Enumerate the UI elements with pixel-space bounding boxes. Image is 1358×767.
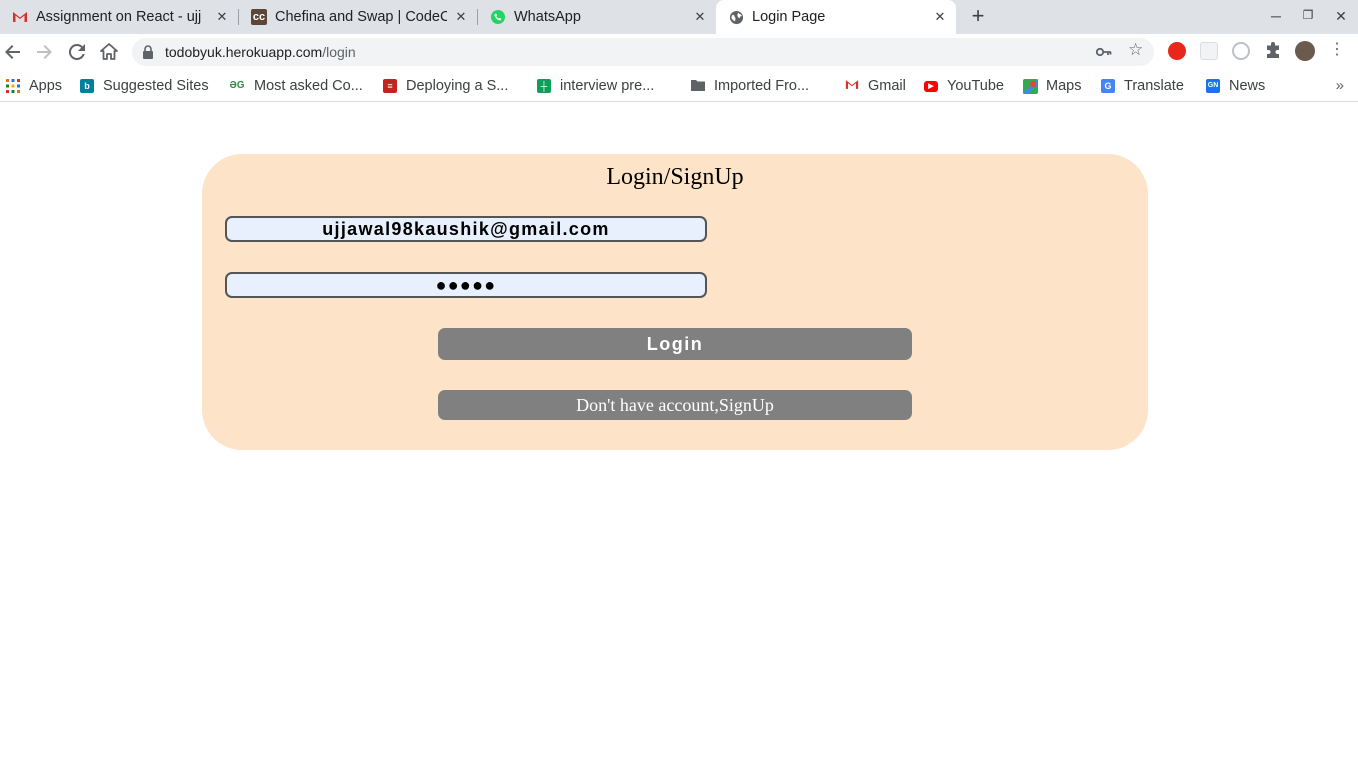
tab-gmail-assignment[interactable]: Assignment on React - ujj ✕	[0, 0, 238, 34]
extension-circle-icon[interactable]	[1232, 42, 1250, 60]
window-close-icon[interactable]: ✕	[1331, 8, 1351, 25]
restore-icon[interactable]: ❐	[1298, 8, 1318, 22]
bookmark-label: Deploying a S...	[406, 78, 509, 94]
translate-icon: G	[1101, 79, 1115, 93]
gmail-icon	[12, 9, 28, 25]
address-bar[interactable]: todobyuk.herokuapp.com/login ☆	[132, 38, 1154, 66]
lock-icon	[142, 45, 154, 59]
login-button[interactable]: Login	[438, 328, 912, 360]
url-host: todobyuk.herokuapp.com	[165, 44, 323, 60]
bookmark-label: Translate	[1124, 78, 1184, 94]
bookmark-most-asked[interactable]: ƏG Most asked Co...	[229, 76, 363, 96]
page-title: Login/SignUp	[606, 164, 744, 190]
bookmark-label: News	[1229, 78, 1266, 94]
bookmark-youtube[interactable]: ▶ YouTube	[924, 76, 1004, 96]
bookmark-red-icon: ≡	[383, 79, 397, 93]
back-arrow-icon[interactable]	[1, 40, 25, 64]
puzzle-extensions-icon[interactable]	[1264, 42, 1282, 60]
bookmark-gmail[interactable]: Gmail	[845, 76, 906, 96]
globe-icon	[728, 9, 744, 25]
bookmarks-overflow-icon[interactable]: »	[1336, 77, 1344, 94]
news-icon: GN	[1206, 79, 1220, 93]
codechef-icon: cc	[251, 9, 267, 25]
bookmark-deploying[interactable]: ≡ Deploying a S...	[383, 76, 508, 96]
reload-icon[interactable]	[65, 40, 89, 64]
close-icon[interactable]: ✕	[692, 9, 708, 25]
bookmark-label: Suggested Sites	[103, 78, 209, 94]
bookmark-translate[interactable]: G Translate	[1101, 76, 1184, 96]
bookmarks-bar: Apps b Suggested Sites ƏG Most asked Co.…	[0, 70, 1358, 102]
bookmark-label: Maps	[1046, 78, 1082, 94]
bookmark-suggested-sites[interactable]: b Suggested Sites	[80, 76, 209, 96]
gmail-icon	[845, 79, 859, 93]
sheets-icon: ┼	[537, 79, 551, 93]
bing-icon: b	[80, 79, 94, 93]
tab-whatsapp[interactable]: WhatsApp ✕	[478, 0, 716, 34]
kebab-menu-icon[interactable]: ⋮	[1329, 42, 1345, 60]
home-icon[interactable]	[97, 40, 121, 64]
bookmark-maps[interactable]: Maps	[1023, 76, 1081, 96]
bookmark-label: Gmail	[868, 78, 906, 94]
tab-title: Chefina and Swap | CodeC	[275, 9, 447, 25]
avatar[interactable]	[1295, 41, 1315, 61]
whatsapp-icon	[490, 9, 506, 25]
bookmark-apps[interactable]: Apps	[6, 76, 62, 96]
minimize-icon[interactable]: ─	[1266, 8, 1286, 24]
signup-button[interactable]: Don't have account,SignUp	[438, 390, 912, 420]
bookmark-label: interview pre...	[560, 78, 655, 94]
login-card: Login/SignUp Login Don't have account,Si…	[202, 154, 1148, 450]
bookmark-label: Imported Fro...	[714, 78, 810, 94]
tab-codechef[interactable]: cc Chefina and Swap | CodeC ✕	[239, 0, 477, 34]
key-icon[interactable]	[1095, 43, 1112, 61]
extension-placeholder-icon[interactable]	[1200, 42, 1218, 60]
close-icon[interactable]: ✕	[214, 9, 230, 25]
bookmark-interview-prep[interactable]: ┼ interview pre...	[537, 76, 654, 96]
apps-grid-icon	[6, 79, 20, 93]
forward-arrow-icon[interactable]	[32, 40, 56, 64]
url-path: /login	[322, 44, 356, 60]
tab-title: Assignment on React - ujj	[36, 9, 202, 25]
password-field[interactable]	[225, 272, 707, 298]
tab-login-page[interactable]: Login Page ✕	[716, 0, 956, 34]
new-tab-plus-icon[interactable]: +	[966, 5, 990, 29]
bookmark-news[interactable]: GN News	[1206, 76, 1265, 96]
bookmark-label: Most asked Co...	[254, 78, 363, 94]
bookmark-imported[interactable]: Imported Fro...	[691, 76, 809, 96]
geeksforgeeks-icon: ƏG	[229, 80, 245, 91]
bookmark-label: YouTube	[947, 78, 1004, 94]
tab-title: Login Page	[752, 9, 826, 25]
adblock-extension-icon[interactable]	[1168, 42, 1186, 60]
url-text: todobyuk.herokuapp.com/login	[165, 44, 356, 60]
tab-title: WhatsApp	[514, 9, 581, 25]
folder-icon	[691, 79, 705, 93]
bookmark-label: Apps	[29, 78, 63, 94]
email-field[interactable]	[225, 216, 707, 242]
browser-tab-strip: Assignment on React - ujj ✕ cc Chefina a…	[0, 0, 1358, 34]
youtube-icon: ▶	[924, 80, 938, 92]
close-icon[interactable]: ✕	[453, 9, 469, 25]
maps-icon	[1023, 79, 1038, 94]
close-icon[interactable]: ✕	[932, 9, 948, 25]
bookmark-star-icon[interactable]: ☆	[1128, 40, 1143, 60]
